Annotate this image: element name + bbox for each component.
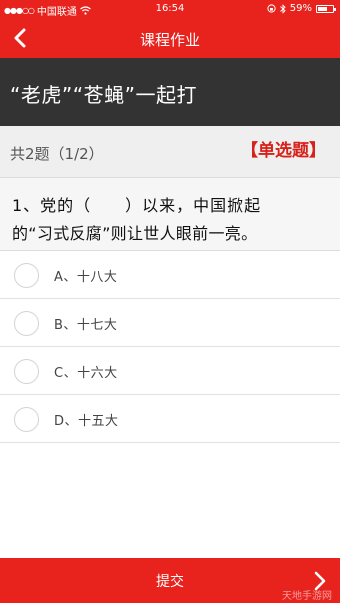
option-d[interactable]: D、十五大 xyxy=(0,395,340,443)
watermark: 天地手游网 xyxy=(282,591,332,602)
option-c[interactable]: C、十六大 xyxy=(0,347,340,395)
bluetooth-icon xyxy=(279,3,286,14)
question-type-badge: 【单选题】 xyxy=(241,141,326,161)
option-a[interactable]: A、十八大 xyxy=(0,251,340,299)
submit-button[interactable]: 提交 天地手游网 xyxy=(0,558,340,603)
option-label: A、十八大 xyxy=(54,270,118,285)
lock-rotation-icon xyxy=(267,4,276,13)
status-bar: ●●●○○ 中国联通 16:54 59% xyxy=(0,0,340,18)
status-right-group: 59% xyxy=(267,3,336,14)
radio-unchecked-icon[interactable] xyxy=(14,359,39,384)
option-b[interactable]: B、十七大 xyxy=(0,299,340,347)
battery-percent: 59% xyxy=(289,3,312,14)
option-label: B、十七大 xyxy=(54,318,118,333)
radio-unchecked-icon[interactable] xyxy=(14,311,39,336)
radio-unchecked-icon[interactable] xyxy=(14,407,39,432)
nav-bar: 课程作业 xyxy=(0,18,340,58)
question-line-2: 的“习式反腐”则让世人眼前一亮。 xyxy=(12,224,258,243)
course-title: “老虎”“苍蝇”一起打 xyxy=(0,58,340,126)
battery-icon xyxy=(316,4,336,13)
page-title: 课程作业 xyxy=(139,31,200,49)
answer-options: A、十八大 B、十七大 C、十六大 D、十五大 xyxy=(0,251,340,443)
question-text: 1、党的（ ）以来，中国掀起 的“习式反腐”则让世人眼前一亮。 xyxy=(0,178,340,251)
question-line-1: 1、党的（ ）以来，中国掀起 xyxy=(12,196,262,215)
option-label: C、十六大 xyxy=(54,366,118,381)
option-label: D、十五大 xyxy=(54,414,119,429)
question-progress-row: 共2题（1/2） 【单选题】 xyxy=(0,126,340,178)
app-screen: ●●●○○ 中国联通 16:54 59% 课程作业 “老虎”“苍蝇”一起打 共2… xyxy=(0,0,340,603)
question-progress: 共2题（1/2） xyxy=(10,145,104,163)
radio-unchecked-icon[interactable] xyxy=(14,263,39,288)
